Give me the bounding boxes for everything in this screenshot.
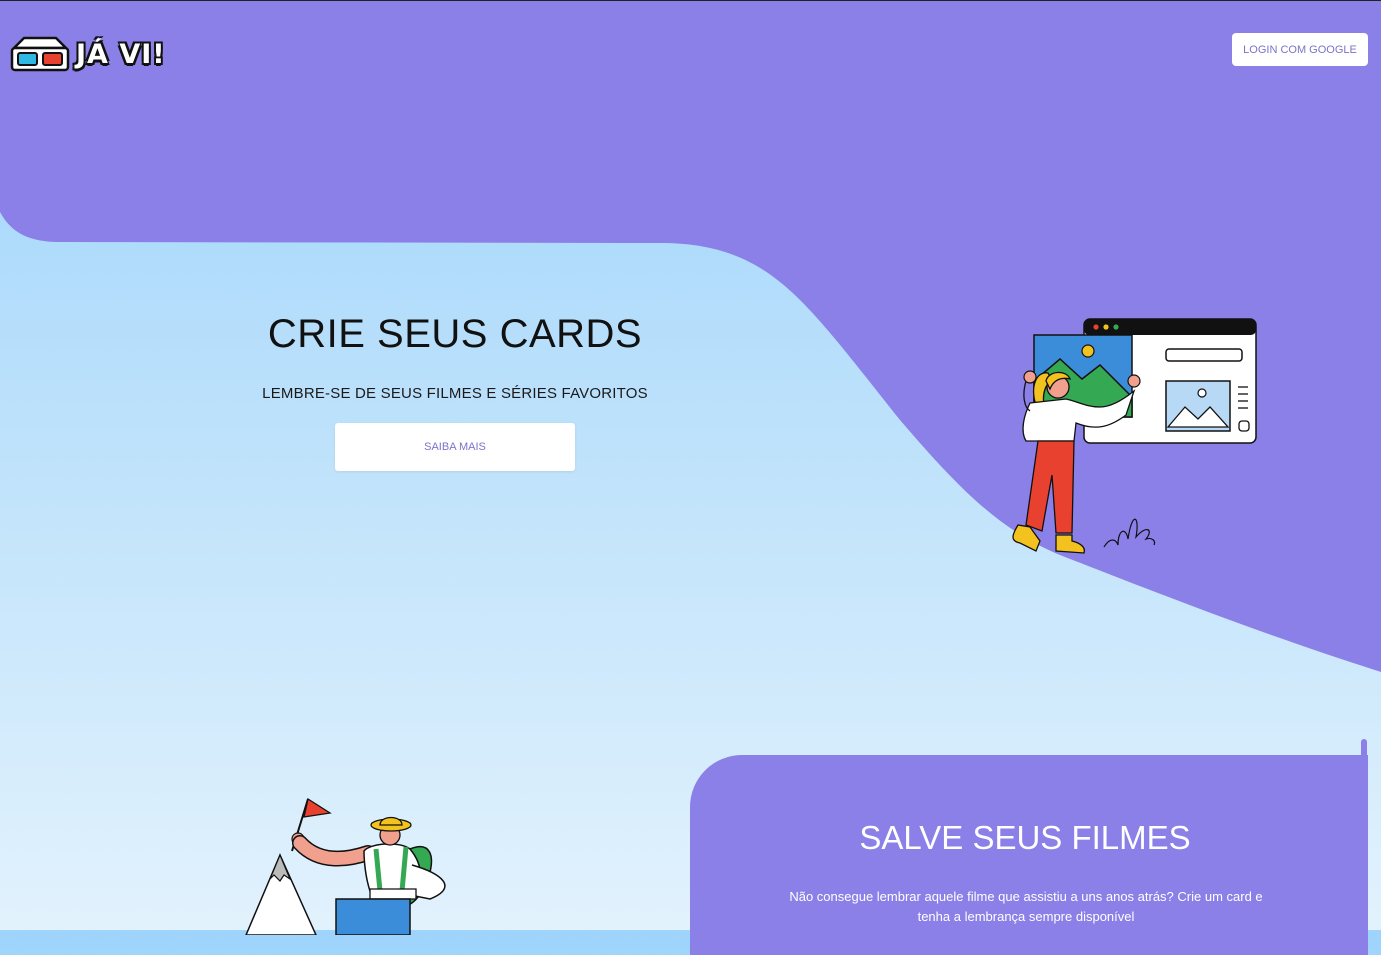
hero-title: CRIE SEUS CARDS [267, 312, 643, 356]
hiker-with-flag-illustration [245, 797, 446, 935]
login-google-button[interactable]: LOGIN COM GOOGLE [1232, 33, 1368, 66]
saiba-mais-button[interactable]: SAIBA MAIS [335, 423, 575, 471]
top-border [0, 0, 1381, 1]
hero-subtitle: LEMBRE-SE DE SEUS FILMES E SÉRIES FAVORI… [262, 385, 648, 402]
feature-title: SALVE SEUS FILMES [859, 819, 1191, 856]
logo[interactable]: JÁ VI! [10, 34, 166, 74]
3d-glasses-icon [10, 36, 70, 72]
feature-description: Não consegue lembrar aquele filme que as… [789, 889, 1263, 924]
person-with-image-illustration [1012, 318, 1257, 554]
logo-text: JÁ VI! [76, 38, 166, 70]
hero-section: CRIE SEUS CARDS LEMBRE-SE DE SEUS FILMES… [215, 312, 695, 402]
feature-card: SALVE SEUS FILMES Não consegue lembrar a… [690, 755, 1368, 955]
